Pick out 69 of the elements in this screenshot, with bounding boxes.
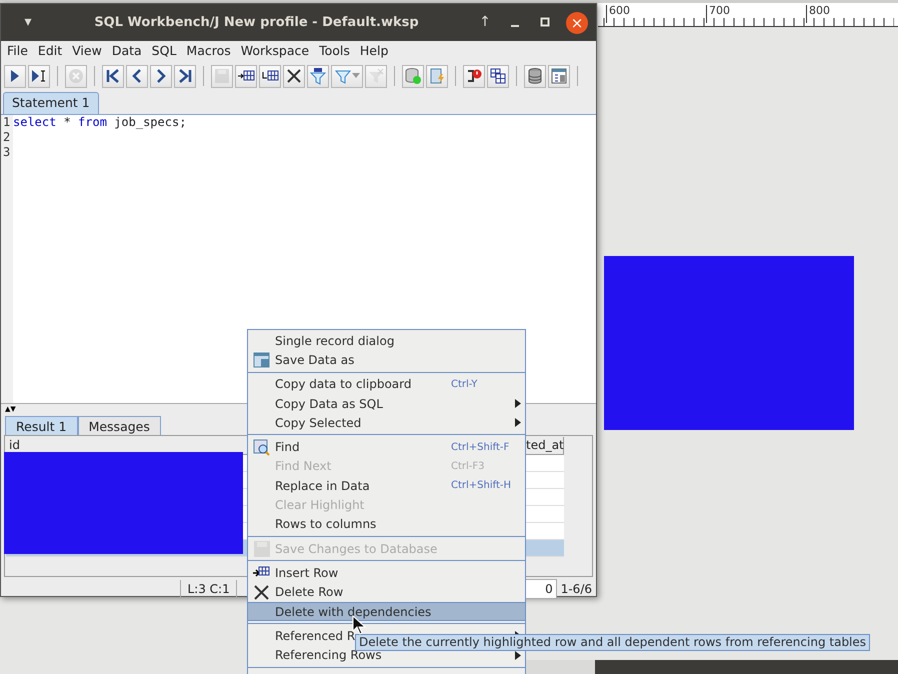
toolbar-button[interactable]: [235, 64, 257, 88]
menu-item[interactable]: Help: [356, 42, 394, 61]
menu-item[interactable]: Copy data to clipboard Ctrl-Y: [248, 374, 525, 394]
menu-item[interactable]: SQL: [148, 42, 182, 61]
toolbar-button[interactable]: [487, 64, 509, 88]
menu-item[interactable]: Find Ctrl+Shift-F: [248, 437, 525, 457]
toolbar-button[interactable]: [307, 64, 329, 88]
menu-item[interactable]: Rows to columns: [248, 514, 525, 534]
menu-item[interactable]: Single record dialog: [248, 331, 525, 350]
toolbar-button[interactable]: [283, 64, 305, 88]
column-header[interactable]: ted_at: [525, 436, 564, 455]
window-title: SQL Workbench/J New profile - Default.wksp: [93, 14, 420, 32]
toolbar-button[interactable]: [102, 64, 124, 88]
run-current-icon: [30, 67, 48, 85]
grid-icon: [489, 67, 507, 85]
save-icon: [213, 67, 231, 85]
toolbar-button[interactable]: [174, 64, 196, 88]
save-icon: [253, 540, 270, 558]
database-icon: [526, 67, 544, 85]
toolbar-button[interactable]: [4, 64, 26, 88]
stop-icon: [67, 67, 85, 85]
delete-icon: [285, 67, 303, 85]
menu-item[interactable]: Edit: [34, 42, 68, 61]
window-menu-button[interactable]: ▾: [13, 12, 43, 33]
toolbar-button[interactable]: [126, 64, 148, 88]
menu-item[interactable]: View: [68, 42, 108, 61]
result-tab[interactable]: Messages: [78, 416, 161, 435]
toolbar-button[interactable]: [259, 64, 281, 88]
line-number: 3: [3, 144, 12, 160]
cursor-position: L:3 C:1: [180, 580, 237, 598]
line-number: 2: [3, 130, 12, 145]
find-icon: [253, 438, 270, 456]
submenu-arrow-icon: [515, 650, 521, 660]
keep-above-button[interactable]: ↑: [470, 12, 500, 33]
delete-icon: [253, 584, 270, 601]
minimize-icon: [510, 25, 520, 28]
tooltip: Delete the currently highlighted row and all dependent rows from referencing tables: [355, 634, 870, 651]
toolbar-button[interactable]: [28, 64, 50, 88]
filter-icon: [309, 67, 327, 85]
toolbar-button[interactable]: [524, 64, 546, 88]
ruler-label: 800: [806, 5, 830, 23]
error-icon: [465, 67, 483, 85]
close-button[interactable]: ×: [566, 12, 588, 34]
table-icon: [550, 67, 568, 85]
editor-tab[interactable]: Statement 1: [3, 92, 99, 114]
result-tab[interactable]: Result 1: [5, 416, 78, 435]
menu-item[interactable]: Delete with dependencies: [248, 602, 525, 622]
maximize-icon: [540, 17, 550, 28]
line-number: 1: [3, 114, 12, 130]
clear-filter-icon: [367, 67, 385, 85]
menu-item[interactable]: Data: [108, 42, 148, 61]
row-range: 1-6/6: [560, 580, 592, 598]
menu-item[interactable]: Tools: [315, 42, 356, 61]
menu-item[interactable]: Save Data as: [248, 350, 525, 370]
toolbar-button[interactable]: [150, 64, 172, 88]
menu-item[interactable]: Copy Data as SQL: [248, 394, 525, 414]
code-line: select * from job_specs;: [13, 114, 188, 130]
save-data-icon: [253, 351, 270, 368]
database-check-icon: [404, 67, 422, 85]
menu-item[interactable]: Macros: [182, 42, 237, 61]
document-lightning-icon: [428, 67, 446, 85]
caret-icon: [352, 73, 360, 79]
ruler-label: 600: [606, 5, 630, 23]
menu-item[interactable]: Workspace: [236, 42, 316, 61]
menu-item[interactable]: Copy Selected: [248, 413, 525, 432]
menu-item[interactable]: File: [3, 42, 34, 61]
menu-item[interactable]: Replace in Data Ctrl+Shift-H: [248, 476, 525, 496]
toolbar-button[interactable]: [463, 64, 485, 88]
ruler-label: 700: [706, 5, 730, 23]
